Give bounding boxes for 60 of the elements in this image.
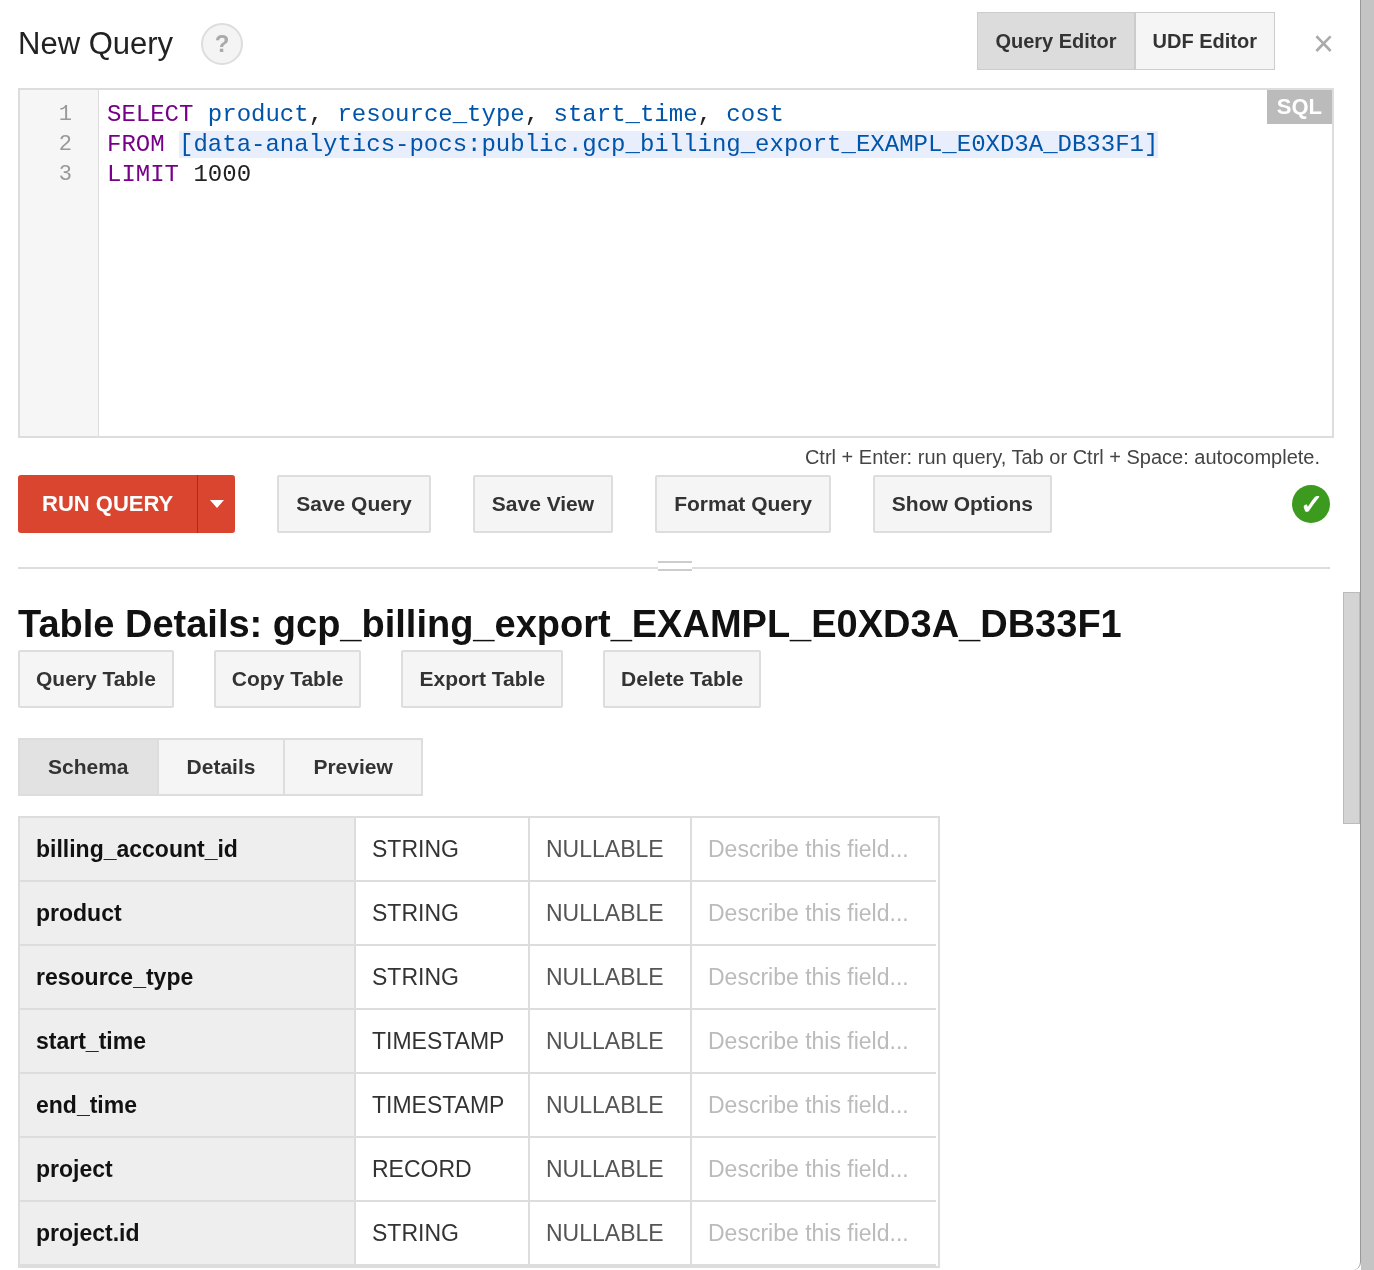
action-button[interactable]: Show Options bbox=[872, 475, 1052, 533]
table-cell: STRING bbox=[356, 946, 530, 1010]
code-token: start_time bbox=[553, 101, 698, 128]
valid-check-icon: ✓ bbox=[1292, 485, 1330, 523]
field-name-cell: project bbox=[20, 1138, 356, 1202]
resize-handle[interactable] bbox=[658, 561, 692, 571]
scrollbar[interactable] bbox=[1343, 592, 1360, 824]
tab[interactable]: Schema bbox=[18, 738, 159, 796]
action-button[interactable]: Save Query bbox=[277, 475, 431, 533]
section-title: Table Details: gcp_billing_export_EXAMPL_E0XD3A_DB33F1 bbox=[18, 603, 1123, 646]
run-query-button[interactable]: RUN QUERY bbox=[18, 475, 198, 533]
mode-badge: SQL bbox=[1266, 90, 1332, 124]
code-token: , bbox=[697, 101, 712, 128]
field-name-cell: billing_account_id bbox=[20, 818, 356, 882]
code-token: resource_type bbox=[337, 101, 525, 128]
line-number: 3 bbox=[57, 161, 73, 189]
field-name-cell: end_time bbox=[20, 1074, 356, 1138]
code-token: , bbox=[308, 101, 324, 128]
table-action-button[interactable]: Export Table bbox=[401, 650, 564, 708]
table-action-button[interactable]: Copy Table bbox=[213, 650, 362, 708]
action-button[interactable]: Format Query bbox=[655, 475, 831, 533]
dialog-title: New Query bbox=[18, 26, 174, 62]
table-cell: NULLABLE bbox=[530, 1074, 692, 1138]
line-number: 2 bbox=[57, 131, 73, 159]
field-name-cell: product bbox=[20, 882, 356, 946]
table-cell: NULLABLE bbox=[530, 882, 692, 946]
tab[interactable]: Preview bbox=[283, 738, 423, 796]
table-cell: NULLABLE bbox=[530, 1202, 692, 1266]
code-token: 1000 bbox=[193, 161, 252, 188]
table-action-button[interactable]: Query Table bbox=[18, 650, 174, 708]
table-cell: NULLABLE bbox=[530, 1138, 692, 1202]
table-cell: STRING bbox=[356, 882, 530, 946]
code-token: product bbox=[207, 101, 309, 128]
table-cell: NULLABLE bbox=[530, 1010, 692, 1074]
code-token: LIMIT bbox=[107, 161, 179, 188]
field-name-cell: resource_type bbox=[20, 946, 356, 1010]
shortcut-hint: Ctrl + Enter: run query, Tab or Ctrl + Space: autocomplete. bbox=[804, 446, 1320, 469]
table-action-button[interactable]: Delete Table bbox=[603, 650, 762, 708]
caret-icon bbox=[209, 500, 224, 508]
table-cell: STRING bbox=[356, 1202, 530, 1266]
table-cell: NULLABLE bbox=[530, 818, 692, 882]
table-cell: TIMESTAMP bbox=[356, 1074, 530, 1138]
line-number: 1 bbox=[57, 101, 73, 129]
table-cell: TIMESTAMP bbox=[356, 1010, 530, 1074]
action-button[interactable]: Save View bbox=[472, 475, 614, 533]
code-token: FROM bbox=[107, 131, 165, 158]
field-name-cell: project.id bbox=[20, 1202, 356, 1266]
code-token: SELECT bbox=[107, 101, 194, 128]
dropdown-button[interactable] bbox=[197, 475, 236, 533]
table-cell: RECORD bbox=[356, 1138, 530, 1202]
code-editor[interactable]: 1 2 3 SELECT product, resource_type, start_time, cost FROM [data-analytics-pocs:public.gcp_billing_export_EXAMPL_E0XD3A_DB33F1] LIMIT 1000 SQL bbox=[18, 88, 1334, 438]
editor-tab[interactable]: Query Editor bbox=[977, 12, 1135, 70]
code-token: , bbox=[524, 101, 540, 128]
code-token: cost bbox=[726, 101, 784, 128]
tab[interactable]: Details bbox=[156, 738, 286, 796]
table-cell: NULLABLE bbox=[530, 946, 692, 1010]
editor-tab[interactable]: UDF Editor bbox=[1134, 12, 1275, 70]
field-name-cell: start_time bbox=[20, 1010, 356, 1074]
table-cell: STRING bbox=[356, 818, 530, 882]
code-token: [data-analytics-pocs:public.gcp_billing_export_EXAMPL_E0XD3A_DB33F1] bbox=[179, 131, 1159, 158]
